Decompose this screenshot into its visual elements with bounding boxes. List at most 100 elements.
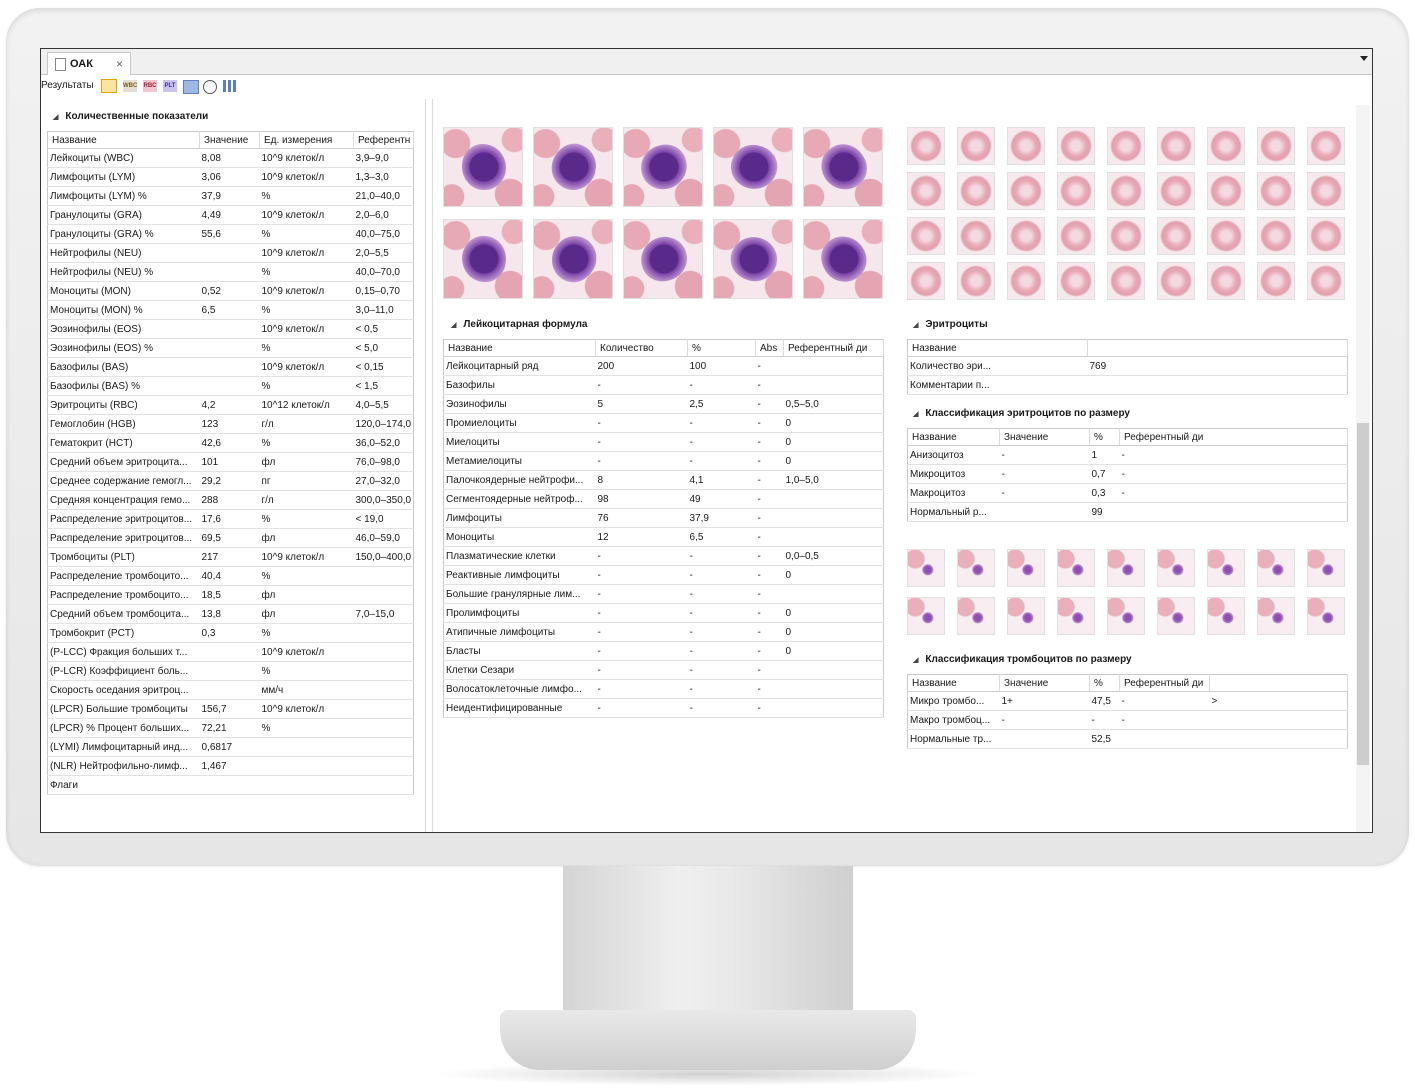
- col-name[interactable]: Название: [443, 339, 596, 357]
- col-reference[interactable]: Референтн: [353, 131, 414, 149]
- table-row[interactable]: Анизоцитоз -1-: [907, 445, 1348, 465]
- rbc-cell-thumbnail[interactable]: [1157, 217, 1195, 255]
- plt-cell-thumbnail[interactable]: [1207, 549, 1245, 587]
- table-row[interactable]: Лимфоциты 76 37,9-: [443, 508, 884, 528]
- rbc-cell-thumbnail[interactable]: [1307, 262, 1345, 300]
- table-row[interactable]: Распределение эритроцитов... 17,6% < 19,0: [47, 509, 414, 529]
- table-row[interactable]: Среднее содержание гемогл... 29,2 пг 27,0–3…: [47, 471, 414, 491]
- table-row[interactable]: Тромбоциты (PLT) 217 10^9 клеток/л 150,0–40…: [47, 547, 414, 567]
- table-row[interactable]: (P-LCC) Фракция больших т... 10^9 клеток/…: [47, 642, 414, 662]
- table-row[interactable]: Флаги: [47, 775, 414, 795]
- plt-cell-thumbnail[interactable]: [957, 549, 995, 587]
- wbc-cell-thumbnail[interactable]: [533, 219, 613, 299]
- plt-cell-thumbnail[interactable]: [1257, 597, 1295, 635]
- table-row[interactable]: Лейкоцитарный ряд 200 100-: [443, 356, 884, 376]
- col-unit[interactable]: Ед. измерения: [259, 131, 354, 149]
- rbc-cell-thumbnail[interactable]: [1057, 262, 1095, 300]
- table-row[interactable]: (LYMI) Лимфоцитарный инд... 0,6817: [47, 737, 414, 757]
- rbc-cell-thumbnail[interactable]: [957, 127, 995, 165]
- plt-cell-thumbnail[interactable]: [1207, 597, 1245, 635]
- col-reference[interactable]: Референтный ди: [783, 339, 884, 357]
- plt-cell-thumbnail[interactable]: [907, 549, 945, 587]
- rbc-cell-thumbnail[interactable]: [1107, 217, 1145, 255]
- rbc-cell-thumbnail[interactable]: [1207, 172, 1245, 210]
- table-row[interactable]: Нейтрофилы (NEU) %% 40,0–70,0: [47, 262, 414, 282]
- rbc-cell-thumbnail[interactable]: [907, 172, 945, 210]
- table-row[interactable]: Нормальный р... 99: [907, 502, 1348, 522]
- plt-cell-thumbnail[interactable]: [1007, 597, 1045, 635]
- rbc-cell-thumbnail[interactable]: [1207, 127, 1245, 165]
- rbc-cell-thumbnail[interactable]: [1107, 172, 1145, 210]
- table-row[interactable]: Волосатоклеточные лимфо... - - -: [443, 679, 884, 699]
- rbc-cell-thumbnail[interactable]: [1057, 127, 1095, 165]
- table-row[interactable]: Средняя концентрация гемо... 288 г/л 300,0–…: [47, 490, 414, 510]
- rbc-cell-thumbnail[interactable]: [957, 262, 995, 300]
- table-row[interactable]: Гранулоциты (GRA) 4,49 10^9 клеток/л 2,0–6,…: [47, 205, 414, 225]
- table-row[interactable]: Средний объем эритроцита... 101 фл 76,0–98,…: [47, 452, 414, 472]
- rbc-cell-thumbnail[interactable]: [1007, 172, 1045, 210]
- rbc-cell-thumbnail[interactable]: [1307, 172, 1345, 210]
- gauge-icon[interactable]: [203, 80, 217, 94]
- table-row[interactable]: Моноциты 12 6,5-: [443, 527, 884, 547]
- table-row[interactable]: Гранулоциты (GRA) % 55,6% 40,0–75,0: [47, 224, 414, 244]
- col-name[interactable]: Название: [907, 428, 1000, 446]
- table-row[interactable]: Лимфоциты (LYM) 3,06 10^9 клеток/л 1,3–3,0: [47, 167, 414, 187]
- table-row[interactable]: Пролимфоциты - - -0: [443, 603, 884, 623]
- rbc-cell-thumbnail[interactable]: [1007, 217, 1045, 255]
- table-row[interactable]: Неидентифицированные - - -: [443, 698, 884, 718]
- table-row[interactable]: Эозинофилы (EOS) 10^9 клеток/л < 0,5: [47, 319, 414, 339]
- table-row[interactable]: Эритроциты (RBC) 4,2 10^12 клеток/л 4,0–5,5: [47, 395, 414, 415]
- table-row[interactable]: Гематокрит (HCT) 42,6% 36,0–52,0: [47, 433, 414, 453]
- rbc-cell-thumbnail[interactable]: [907, 262, 945, 300]
- col-name[interactable]: Название: [907, 339, 1088, 357]
- table-row[interactable]: (LPCR) Большие тромбоциты 156,7 10^9 клето…: [47, 699, 414, 719]
- col-name[interactable]: Название: [907, 674, 1000, 692]
- rbc-cell-thumbnail[interactable]: [1257, 127, 1295, 165]
- plt-cell-thumbnail[interactable]: [1257, 549, 1295, 587]
- table-row[interactable]: (NLR) Нейтрофильно-лимф... 1,467: [47, 756, 414, 776]
- table-row[interactable]: Гемоглобин (HGB) 123 г/л 120,0–174,0: [47, 414, 414, 434]
- table-row[interactable]: Метамиелоциты - - -0: [443, 451, 884, 471]
- plt-cell-thumbnail[interactable]: [1107, 549, 1145, 587]
- table-row[interactable]: Распределение тромбоцито... 40,4%: [47, 566, 414, 586]
- wbc-cell-thumbnail[interactable]: [713, 127, 793, 207]
- col-name[interactable]: Название: [47, 131, 200, 149]
- rbc-cell-thumbnail[interactable]: [1107, 262, 1145, 300]
- table-row[interactable]: Реактивные лимфоциты - - -0: [443, 565, 884, 585]
- table-row[interactable]: Скорость оседания эритроц... мм/ч: [47, 680, 414, 700]
- table-row[interactable]: Клетки Сезари - - -: [443, 660, 884, 680]
- table-row[interactable]: Базофилы - - -: [443, 375, 884, 395]
- rbc-cell-thumbnail[interactable]: [1157, 172, 1195, 210]
- tab-dropdown-icon[interactable]: [1360, 56, 1368, 61]
- table-row[interactable]: Распределение эритроцитов... 69,5 фл 46,0–5…: [47, 528, 414, 548]
- plt-cell-thumbnail[interactable]: [1157, 549, 1195, 587]
- wbc-cell-thumbnail[interactable]: [803, 127, 883, 207]
- table-row[interactable]: Моноциты (MON) % 6,5% 3,0–11,0: [47, 300, 414, 320]
- plt-cell-thumbnail[interactable]: [957, 597, 995, 635]
- wbc-cell-thumbnail[interactable]: [533, 127, 613, 207]
- table-row[interactable]: Нейтрофилы (NEU) 10^9 клеток/л 2,0–5,5: [47, 243, 414, 263]
- tab-oak[interactable]: ОАК ×: [47, 52, 131, 75]
- rbc-cell-thumbnail[interactable]: [1007, 127, 1045, 165]
- col-value[interactable]: Значение: [999, 428, 1090, 446]
- table-row[interactable]: Макроцитоз -0,3-: [907, 483, 1348, 503]
- col-reference[interactable]: Референтный ди: [1119, 428, 1348, 446]
- plt-cell-thumbnail[interactable]: [1307, 597, 1345, 635]
- table-row[interactable]: Промиелоциты - - -0: [443, 413, 884, 433]
- plt-cell-thumbnail[interactable]: [1307, 549, 1345, 587]
- table-row[interactable]: Миелоциты - - -0: [443, 432, 884, 452]
- plt-cell-thumbnail[interactable]: [1157, 597, 1195, 635]
- table-row[interactable]: Атипичные лимфоциты - - -0: [443, 622, 884, 642]
- rbc-cell-thumbnail[interactable]: [1157, 127, 1195, 165]
- close-icon[interactable]: ×: [116, 53, 123, 75]
- rbc-cell-thumbnail[interactable]: [1157, 262, 1195, 300]
- table-row[interactable]: Комментарии п...: [907, 375, 1348, 395]
- plt-icon[interactable]: PLT: [163, 80, 177, 92]
- table-row[interactable]: Распределение тромбоцито... 18,5 фл: [47, 585, 414, 605]
- table-row[interactable]: Базофилы (BAS) 10^9 клеток/л < 0,15: [47, 357, 414, 377]
- table-row[interactable]: Средний объем тромбоцита... 13,8 фл 7,0–15,…: [47, 604, 414, 624]
- image-view-icon[interactable]: [183, 80, 199, 94]
- wbc-cell-thumbnail[interactable]: [623, 127, 703, 207]
- table-row[interactable]: Микроцитоз -0,7-: [907, 464, 1348, 484]
- table-row[interactable]: Сегментоядерные нейтроф... 98 49-: [443, 489, 884, 509]
